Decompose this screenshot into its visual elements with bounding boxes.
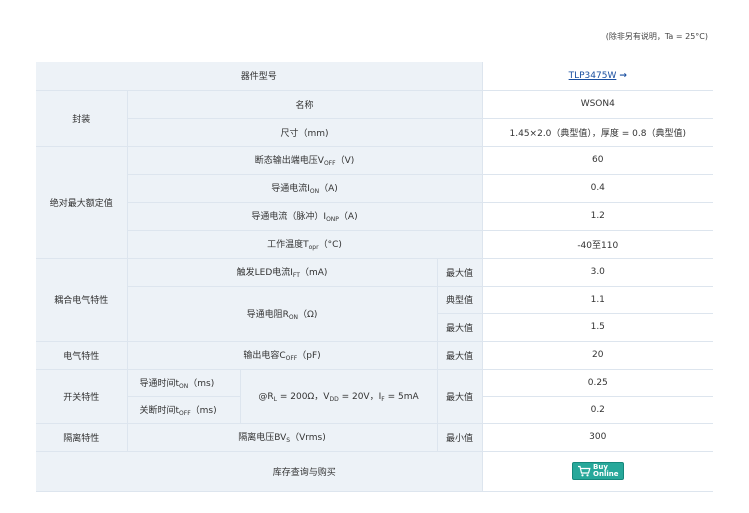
voff-value: 60 bbox=[481, 146, 714, 175]
switching-condition-params: @RL = 200Ω，VDD = 20V，IF = 5mA bbox=[239, 369, 437, 424]
coff-value: 20 bbox=[481, 341, 714, 370]
arrow-right-icon[interactable]: → bbox=[619, 71, 627, 81]
table-row: 导通电阻RON（Ω) 典型值 1.1 bbox=[36, 286, 714, 342]
ift-label: 触发LED电流IFT（mA) bbox=[126, 258, 437, 287]
table-row: 开关特性 导通时间tON（ms) @RL = 200Ω，VDD = 20V，IF… bbox=[36, 369, 714, 424]
ift-value: 3.0 bbox=[481, 258, 714, 287]
group-package: 封装 bbox=[36, 90, 127, 147]
group-electrical: 电气特性 bbox=[36, 341, 127, 370]
table-row: 导通电流ION（A) 0.4 bbox=[36, 174, 714, 203]
topr-label: 工作温度Topr（°C) bbox=[126, 230, 483, 259]
spec-table: 器件型号 TLP3475W → 封装 名称 WSON4 尺寸（mm) 1.45×2… bbox=[36, 62, 714, 492]
table-row: 绝对最大额定值 断态输出端电压VOFF（V) 60 bbox=[36, 146, 714, 259]
voff-label: 断态输出端电压VOFF（V) bbox=[126, 146, 483, 175]
ionp-value: 1.2 bbox=[481, 202, 714, 231]
table-row: 封装 名称 WSON4 bbox=[36, 90, 714, 147]
ton-label: 导通时间tON（ms) bbox=[126, 369, 240, 397]
ron-value-typ: 1.1 bbox=[481, 286, 714, 314]
package-size-label: 尺寸（mm) bbox=[126, 118, 483, 147]
bv-value: 300 bbox=[481, 423, 714, 452]
bv-label: 隔离电压BVS（Vrms) bbox=[126, 423, 437, 452]
stock-label: 库存查询与购买 bbox=[127, 451, 483, 492]
ron-value-max: 1.5 bbox=[481, 313, 714, 342]
group-absmax: 绝对最大额定值 bbox=[36, 146, 127, 259]
group-coupled: 耦合电气特性 bbox=[36, 258, 127, 342]
model-cell: TLP3475W → bbox=[481, 62, 714, 91]
stock-cell: Buy Online bbox=[481, 451, 714, 492]
ron-condition-typ: 典型值 bbox=[436, 286, 483, 314]
ron-label: 导通电阻RON（Ω) bbox=[126, 286, 437, 342]
package-size-value: 1.45×2.0（典型值），厚度 = 0.8（典型值) bbox=[481, 118, 714, 147]
package-name-value: WSON4 bbox=[481, 90, 714, 119]
table-row: 尺寸（mm) 1.45×2.0（典型值），厚度 = 0.8（典型值) bbox=[36, 118, 714, 147]
toff-value: 0.2 bbox=[481, 396, 714, 424]
switching-condition: 最大值 bbox=[436, 369, 483, 424]
table-row: 导通电流（脉冲）IONP（A) 1.2 bbox=[36, 202, 714, 231]
coff-label: 输出电容COFF（pF) bbox=[126, 341, 437, 370]
ton-value: 0.25 bbox=[481, 369, 714, 397]
group-isolation: 隔离特性 bbox=[36, 423, 127, 452]
ionp-label: 导通电流（脉冲）IONP（A) bbox=[126, 202, 483, 231]
coff-condition: 最大值 bbox=[436, 341, 483, 370]
topr-value: -40至110 bbox=[481, 230, 714, 259]
table-row-model: 器件型号 TLP3475W → bbox=[36, 62, 714, 91]
package-name-label: 名称 bbox=[126, 90, 483, 119]
ift-condition: 最大值 bbox=[436, 258, 483, 287]
stock-blank bbox=[36, 451, 127, 492]
conditions-note: (除非另有说明，Ta = 25°C) bbox=[605, 32, 708, 41]
buy-online-label: Buy Online bbox=[593, 463, 619, 478]
table-row: 隔离特性 隔离电压BVS（Vrms) 最小值 300 bbox=[36, 423, 714, 452]
ion-value: 0.4 bbox=[481, 174, 714, 203]
table-row: 电气特性 输出电容COFF（pF) 最大值 20 bbox=[36, 341, 714, 370]
shopping-cart-icon bbox=[578, 465, 591, 477]
bv-condition: 最小值 bbox=[436, 423, 483, 452]
table-row: 耦合电气特性 触发LED电流IFT（mA) 最大值 3.0 bbox=[36, 258, 714, 342]
ron-condition-max: 最大值 bbox=[436, 313, 483, 342]
table-row-stock: 库存查询与购买 Buy Online bbox=[36, 451, 714, 492]
model-link[interactable]: TLP3475W bbox=[569, 71, 617, 81]
toff-label: 关断时间tOFF（ms) bbox=[126, 396, 240, 424]
group-switching: 开关特性 bbox=[36, 369, 127, 424]
buy-online-button[interactable]: Buy Online bbox=[572, 462, 624, 480]
ion-label: 导通电流ION（A) bbox=[126, 174, 483, 203]
table-row: 工作温度Topr（°C) -40至110 bbox=[36, 230, 714, 259]
model-label: 器件型号 bbox=[36, 62, 483, 91]
